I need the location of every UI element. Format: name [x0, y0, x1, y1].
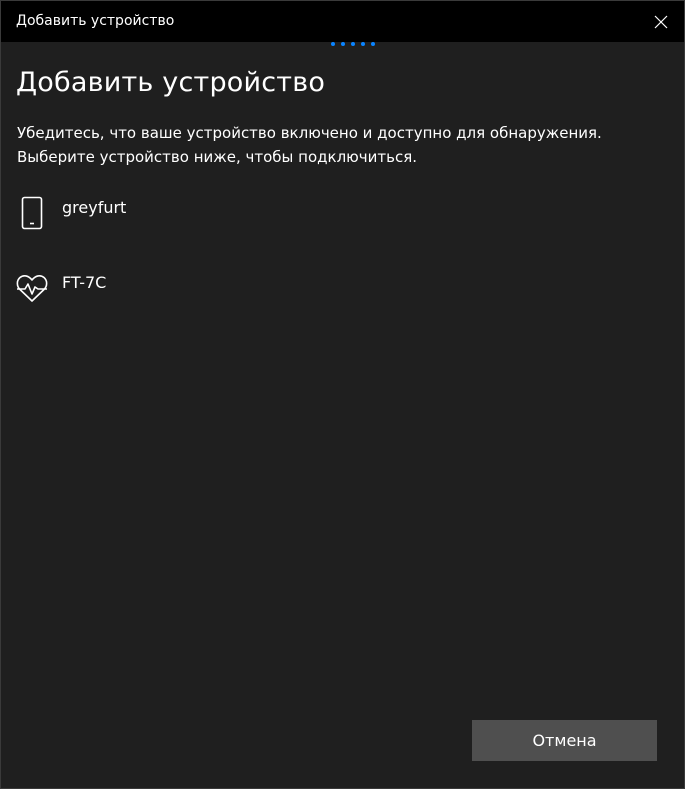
progress-dot — [331, 42, 335, 46]
progress-dot — [361, 42, 365, 46]
cancel-button[interactable]: Отмена — [472, 720, 657, 761]
progress-dot — [351, 42, 355, 46]
device-item-ft-7c[interactable]: FT-7C — [1, 267, 684, 327]
instructions-line-1: Убедитесь, что ваше устройство включено … — [17, 124, 602, 142]
phone-icon — [15, 196, 49, 230]
progress-dot — [341, 42, 345, 46]
close-icon — [654, 15, 668, 28]
progress-dot — [371, 42, 375, 46]
heart-rate-icon — [15, 272, 49, 306]
title-bar[interactable]: Добавить устройство — [1, 1, 684, 42]
device-item-greyfurt[interactable]: greyfurt — [1, 191, 684, 251]
device-name: greyfurt — [62, 198, 127, 217]
instructions-text: Убедитесь, что ваше устройство включено … — [17, 121, 657, 169]
instructions-line-2: Выберите устройство ниже, чтобы подключи… — [17, 148, 418, 166]
add-device-dialog: Добавить устройство Добавить устройство … — [0, 0, 685, 789]
device-name: FT-7C — [62, 273, 107, 292]
window-title: Добавить устройство — [16, 13, 175, 29]
close-button[interactable] — [638, 1, 684, 42]
page-title: Добавить устройство — [16, 67, 326, 98]
progress-indicator — [331, 42, 375, 46]
